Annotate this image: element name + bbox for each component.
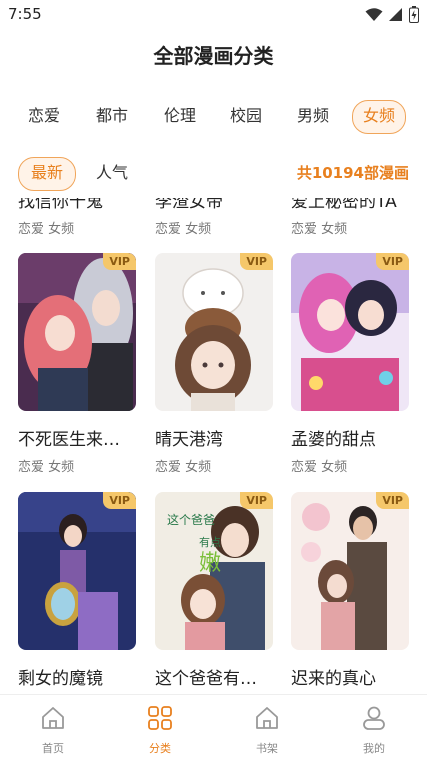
comic-grid: 找信你十鬼 恋爱 女频 李渣女帝 恋爱 女频 爱上秘密的TA 恋爱 女频 VIP… bbox=[18, 198, 410, 694]
category-tabs: 恋爱 都市 伦理 校园 男频 女频 bbox=[18, 100, 409, 134]
vip-badge: VIP bbox=[103, 253, 136, 270]
nav-profile-label: 我的 bbox=[363, 742, 385, 755]
tab-urban[interactable]: 都市 bbox=[96, 100, 128, 132]
comic-title: 这个爸爸有… bbox=[155, 669, 257, 689]
vip-badge: VIP bbox=[240, 253, 273, 270]
cover-title-text: 有点 bbox=[199, 535, 221, 549]
comic-cover[interactable]: VIP bbox=[291, 253, 409, 411]
nav-profile[interactable]: 我的 bbox=[321, 695, 427, 761]
total-count: 共10194部漫画 bbox=[296, 164, 409, 182]
nav-category-label: 分类 bbox=[149, 742, 171, 755]
status-bar: 7:55 bbox=[0, 0, 427, 30]
comic-tags: 恋爱 女频 bbox=[155, 460, 212, 475]
comic-title: 找信你十鬼 bbox=[18, 198, 103, 212]
cover-art bbox=[18, 253, 136, 411]
comic-title: 剩女的魔镜 bbox=[18, 669, 103, 689]
tab-ethics[interactable]: 伦理 bbox=[164, 100, 196, 132]
nav-category[interactable]: 分类 bbox=[107, 695, 213, 761]
tab-male[interactable]: 男频 bbox=[297, 100, 329, 132]
comic-tags: 恋爱 女频 bbox=[291, 460, 348, 475]
comic-cover[interactable]: VIP bbox=[155, 253, 273, 411]
tab-romance[interactable]: 恋爱 bbox=[28, 100, 60, 132]
comic-title: 迟来的真心 bbox=[291, 669, 376, 689]
status-icons bbox=[365, 6, 419, 23]
nav-bookshelf-label: 书架 bbox=[256, 742, 278, 755]
nav-bookshelf[interactable]: 书架 bbox=[214, 695, 320, 761]
cover-art: 这个爸爸 有点 嫩 bbox=[155, 492, 273, 650]
comic-title: 晴天港湾 bbox=[155, 430, 223, 450]
comic-title: 不死医生来… bbox=[18, 430, 120, 450]
cover-title-text: 嫩 bbox=[199, 551, 221, 576]
battery-icon bbox=[409, 6, 419, 23]
comic-title: 李渣女帝 bbox=[155, 198, 223, 212]
vip-badge: VIP bbox=[376, 253, 409, 270]
cover-art bbox=[18, 492, 136, 650]
profile-icon bbox=[363, 706, 385, 730]
cover-art bbox=[291, 253, 409, 411]
sort-row: 最新 人气 共10194部漫画 bbox=[18, 157, 409, 191]
comic-cover[interactable]: VIP bbox=[18, 492, 136, 650]
comic-title: 爱上秘密的TA bbox=[291, 198, 397, 212]
page-title: 全部漫画分类 bbox=[153, 44, 274, 68]
home-icon bbox=[42, 707, 64, 729]
tab-campus[interactable]: 校园 bbox=[230, 100, 262, 132]
vip-badge: VIP bbox=[376, 492, 409, 509]
status-time: 7:55 bbox=[8, 5, 42, 23]
bookshelf-icon bbox=[256, 707, 278, 729]
category-icon bbox=[148, 706, 172, 730]
wifi-icon bbox=[365, 7, 383, 21]
comic-tags: 恋爱 女频 bbox=[155, 222, 212, 237]
comic-cover[interactable]: 这个爸爸 有点 嫩 VIP bbox=[155, 492, 273, 650]
comic-cover[interactable]: VIP bbox=[291, 492, 409, 650]
comic-tags: 恋爱 女频 bbox=[18, 460, 75, 475]
sort-latest[interactable]: 最新 bbox=[18, 157, 77, 191]
comic-tags: 恋爱 女频 bbox=[18, 222, 75, 237]
vip-badge: VIP bbox=[103, 492, 136, 509]
nav-home[interactable]: 首页 bbox=[0, 695, 106, 761]
comic-cover[interactable]: VIP bbox=[18, 253, 136, 411]
bottom-nav: 首页 分类 书架 我的 bbox=[0, 694, 427, 761]
vip-badge: VIP bbox=[240, 492, 273, 509]
cover-art bbox=[155, 253, 273, 411]
comic-title: 孟婆的甜点 bbox=[291, 430, 376, 450]
tab-female[interactable]: 女频 bbox=[352, 100, 407, 134]
comic-tags: 恋爱 女频 bbox=[291, 222, 348, 237]
signal-icon bbox=[389, 7, 402, 21]
cover-art bbox=[291, 492, 409, 650]
cover-title-text: 这个爸爸 bbox=[167, 512, 215, 527]
nav-home-label: 首页 bbox=[42, 742, 64, 755]
sort-popular[interactable]: 人气 bbox=[96, 157, 128, 189]
